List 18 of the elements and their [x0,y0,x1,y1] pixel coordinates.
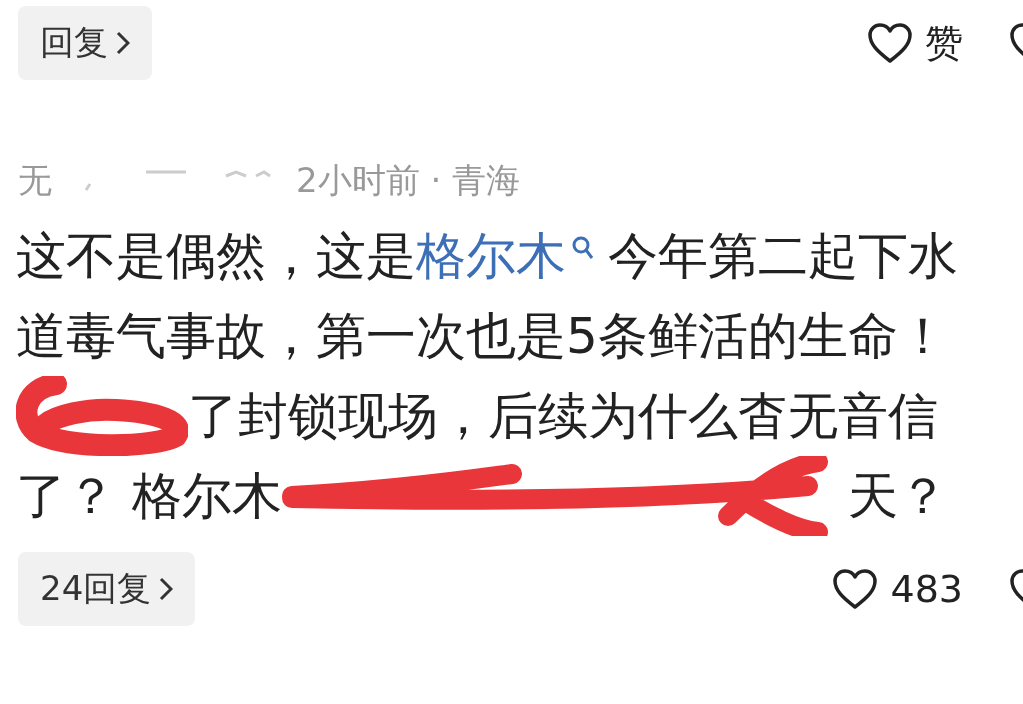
heart-icon[interactable] [867,22,913,64]
topic-link[interactable]: 格尔木 [416,216,608,296]
reply-button[interactable]: 回复 [18,6,152,80]
replies-button[interactable]: 24回复 [18,552,196,626]
chevron-right-icon [116,31,130,55]
heart-icon[interactable] [832,568,879,610]
comment-text: 了？ 格尔木 [16,466,282,527]
comment-text: 道毒气事故，第一次也是5条鲜活的生命！ [16,306,948,367]
comment-text: 这不是偶然，这是 [16,226,416,287]
comment-text: 了封锁现场，后续为什么杳无音信 [188,386,938,447]
search-icon [572,236,594,260]
author-name: 无 [18,159,52,202]
comment-text: 今年第二起下水 [608,226,958,287]
chevron-right-icon [159,577,174,601]
like-count: 483 [890,567,963,611]
comment-meta: 2小时前 · 青海 [296,159,521,202]
comment-text: 天？ [847,466,948,527]
like-label: 赞 [925,19,963,67]
